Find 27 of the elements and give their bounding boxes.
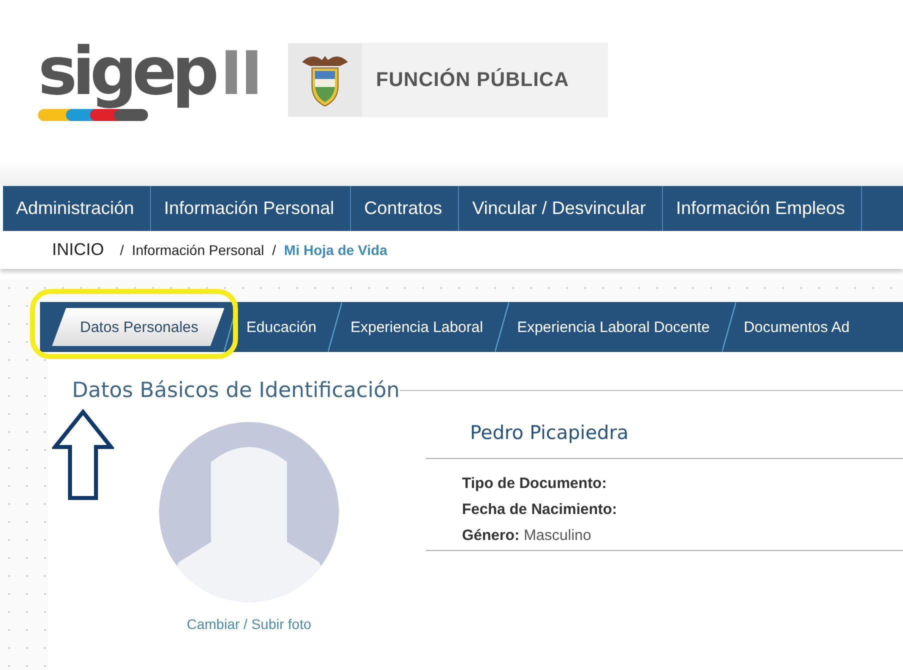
breadcrumb-separator: / [272, 242, 276, 258]
breadcrumb-link[interactable]: Información Personal [132, 242, 264, 258]
menu-item[interactable]: Información Empleos [662, 186, 862, 231]
up-arrow-icon [52, 409, 114, 501]
field-label: Fecha de Nacimiento: [462, 501, 618, 518]
field-label: Tipo de Documento: [462, 475, 608, 492]
color-stripe-icon [38, 109, 148, 121]
menu-item[interactable]: Contratos [351, 186, 460, 231]
menu-item[interactable]: Información Personal [151, 186, 352, 231]
menu-item[interactable]: Administración [3, 186, 152, 231]
breadcrumb-separator: / [120, 242, 124, 258]
breadcrumb-home[interactable]: INICIO [52, 240, 104, 260]
tab[interactable]: Experiencia Laboral [328, 302, 496, 352]
photo-link[interactable]: Cambiar / Subir foto [186, 616, 312, 632]
tab[interactable]: Documentos Ad [722, 302, 862, 352]
institution-name: FUNCIÓN PÚBLICA [375, 68, 570, 92]
menu-item[interactable]: Vincular / Desvincular [459, 186, 663, 231]
person-name: Pedro Picapiedra [426, 422, 903, 459]
tab-divider [495, 302, 510, 352]
section-title: Datos Básicos de Identificación [72, 378, 400, 402]
tab-divider [328, 302, 342, 352]
tab[interactable]: Datos Personales [52, 308, 224, 346]
tab[interactable]: Experiencia Laboral Docente [495, 302, 722, 352]
logo-suffix: II [220, 41, 261, 107]
tab-divider [722, 302, 736, 352]
breadcrumb-current: Mi Hoja de Vida [284, 242, 388, 258]
field-label: Género: Masculino [462, 527, 592, 544]
